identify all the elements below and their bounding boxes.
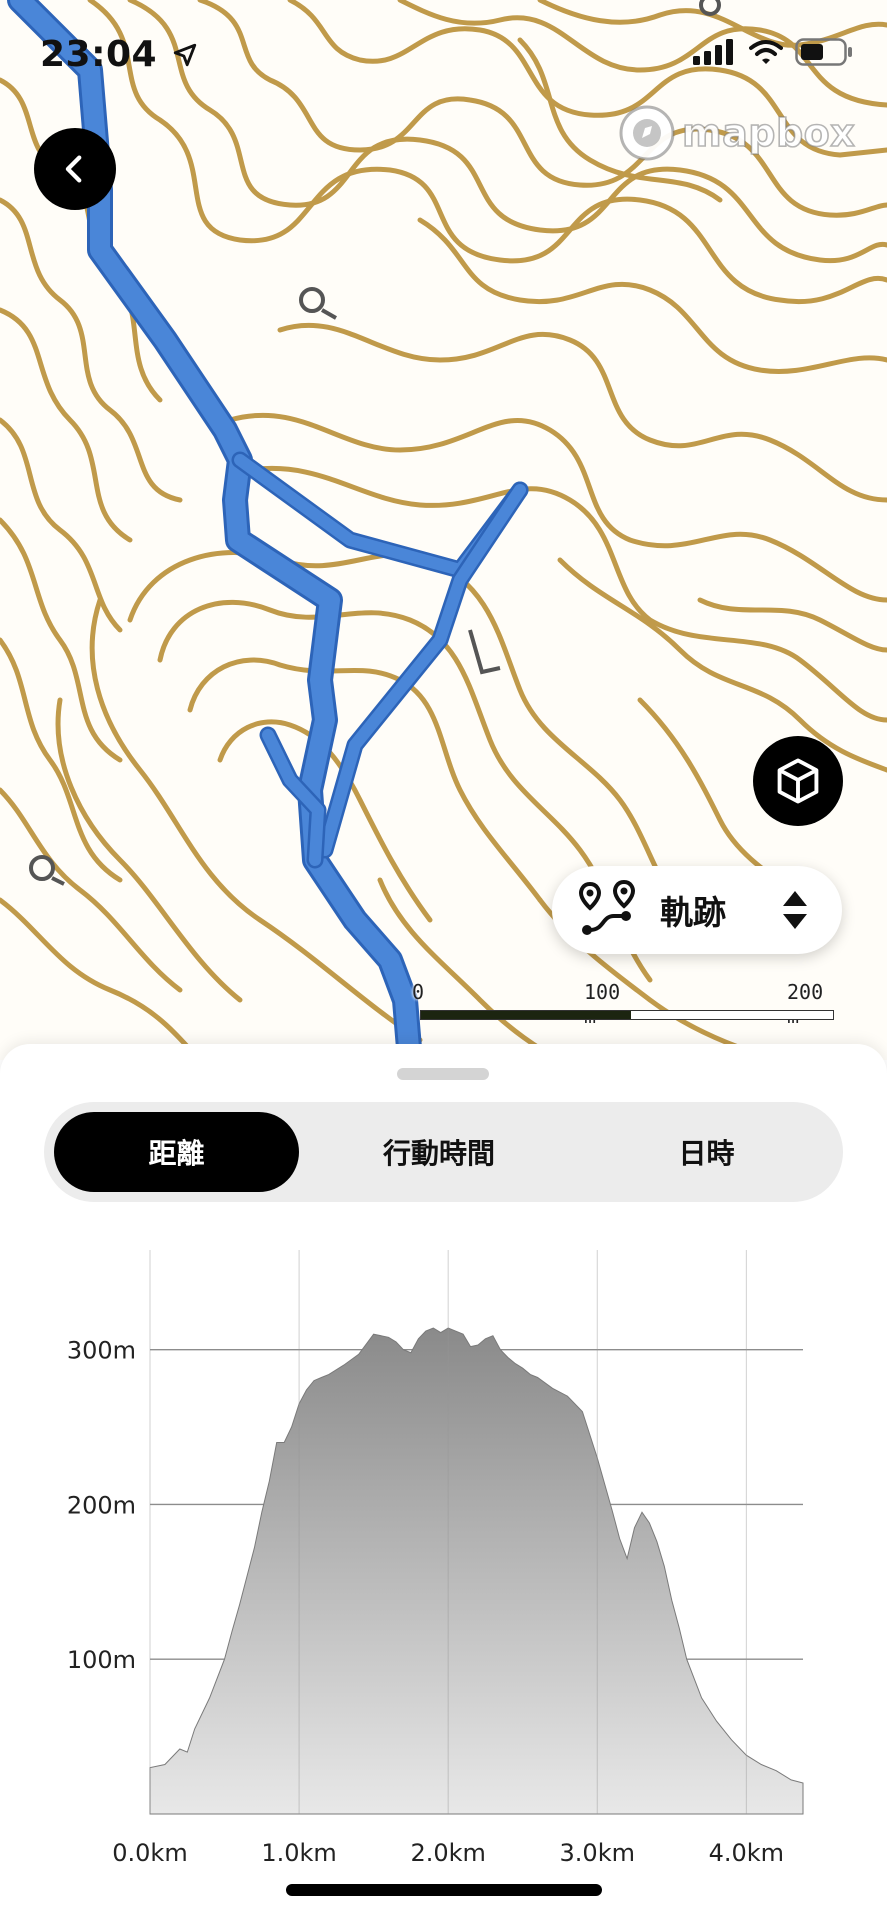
contour-line bbox=[697, 597, 887, 653]
tab-active-time[interactable]: 行動時間 bbox=[304, 1112, 574, 1192]
sort-arrows-icon bbox=[783, 891, 807, 929]
chevron-left-icon bbox=[65, 155, 82, 183]
status-time-text: 23:04 bbox=[40, 34, 158, 75]
tab-switcher: 距離 行動時間 日時 bbox=[44, 1102, 843, 1202]
sheet-handle[interactable] bbox=[397, 1068, 489, 1080]
x-tick-label: 0.0km bbox=[112, 1839, 187, 1867]
y-tick-label: 200m bbox=[67, 1491, 136, 1519]
x-tick-label: 3.0km bbox=[560, 1839, 635, 1867]
route-icon bbox=[578, 880, 636, 935]
wifi-icon bbox=[749, 40, 783, 64]
y-tick-label: 300m bbox=[67, 1337, 136, 1365]
x-tick-label: 1.0km bbox=[261, 1839, 336, 1867]
scale-label-0: 0 bbox=[412, 980, 425, 1004]
back-button[interactable] bbox=[34, 128, 116, 210]
track-selector-button[interactable]: 軌跡 bbox=[552, 866, 842, 954]
scale-label-200: 200 m bbox=[787, 980, 824, 1028]
scale-label-100: 100 m bbox=[584, 980, 621, 1028]
contour-line bbox=[0, 307, 133, 543]
mapbox-logo-icon bbox=[619, 105, 675, 161]
contour-line bbox=[557, 557, 887, 773]
battery-icon bbox=[795, 38, 852, 66]
location-arrow-icon bbox=[173, 43, 197, 67]
cube-icon bbox=[777, 758, 819, 804]
status-indicators bbox=[693, 38, 853, 66]
home-indicator[interactable] bbox=[286, 1884, 602, 1896]
x-tick-label: 4.0km bbox=[709, 1839, 784, 1867]
map-symbol bbox=[29, 855, 55, 881]
x-axis-labels: 0.0km 1.0km 2.0km 3.0km 4.0km bbox=[112, 1839, 784, 1867]
y-axis-labels: 100m 200m 300m bbox=[67, 1337, 136, 1675]
tab-datetime[interactable]: 日時 bbox=[579, 1112, 834, 1192]
contour-line bbox=[187, 657, 543, 903]
contour-line bbox=[247, 466, 887, 723]
status-time: 23:04 bbox=[40, 34, 198, 75]
map-symbol bbox=[299, 287, 325, 313]
signal-icon bbox=[693, 39, 733, 65]
elevation-chart[interactable]: 100m 200m 300m 0.0km 1.0km 2.0km 3.0km 4.0km bbox=[0, 1250, 887, 1870]
map-symbol bbox=[468, 629, 501, 675]
scale-bar-fill bbox=[421, 1011, 631, 1019]
tab-distance[interactable]: 距離 bbox=[54, 1112, 299, 1192]
map-symbol bbox=[321, 308, 337, 320]
contour-line bbox=[55, 697, 243, 1003]
view-3d-button[interactable] bbox=[753, 736, 843, 826]
contour-line bbox=[227, 412, 887, 603]
map-symbol bbox=[51, 876, 65, 886]
y-tick-label: 100m bbox=[67, 1646, 136, 1674]
track-selector-label: 軌跡 bbox=[660, 893, 726, 932]
x-tick-label: 2.0km bbox=[410, 1839, 485, 1867]
mapbox-wordmark: mapbox bbox=[681, 110, 856, 156]
mapbox-attribution: mapbox bbox=[618, 104, 856, 162]
elevation-area bbox=[149, 1327, 804, 1815]
